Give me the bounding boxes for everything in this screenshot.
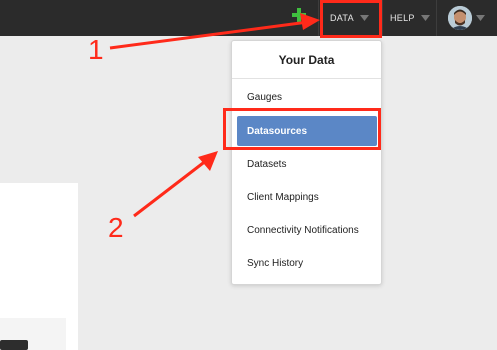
annotation-number-1: 1 xyxy=(88,34,104,65)
annotation-arrows xyxy=(109,13,320,218)
annotation-number-2: 2 xyxy=(108,212,124,243)
